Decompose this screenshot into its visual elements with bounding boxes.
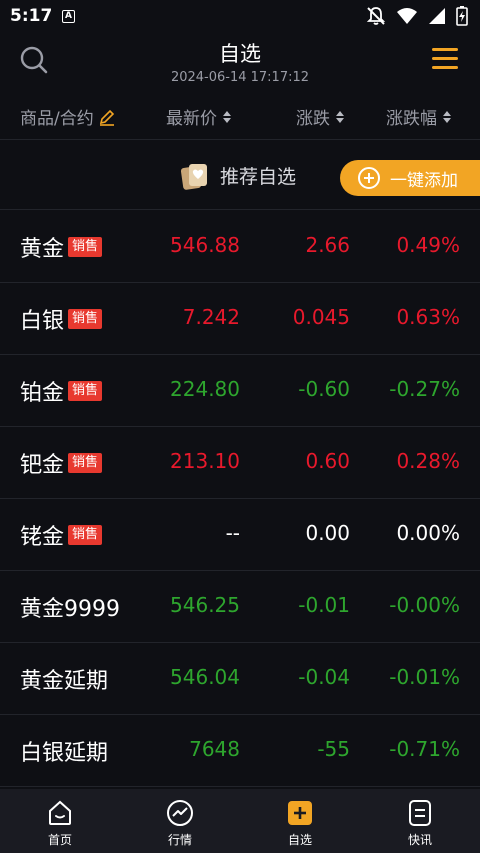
price-change: 0.00 — [305, 521, 350, 545]
status-bar: 5:17 A — [0, 0, 480, 34]
market-icon — [167, 800, 193, 826]
wifi-icon — [397, 8, 417, 24]
latest-price: 7648 — [189, 737, 240, 761]
watchlist: 黄金 销售 546.88 2.66 0.49% 白银 销售 7.242 0.045 … — [0, 211, 480, 787]
watchlist-icon — [288, 801, 312, 825]
home-icon — [49, 800, 71, 825]
sort-icon — [443, 110, 451, 123]
bottom-nav: 首页 行情 自选 快讯 — [0, 789, 480, 853]
sale-badge: 销售 — [68, 525, 103, 545]
recommend-row: 推荐自选 一键添加 — [0, 141, 480, 210]
change-percent: 0.00% — [396, 521, 460, 545]
nav-market[interactable]: 行情 — [120, 789, 240, 853]
change-percent: 0.63% — [396, 305, 460, 329]
latest-price: 546.04 — [170, 665, 240, 689]
watchlist-row[interactable]: 黄金延期 546.04 -0.04 -0.01% — [0, 643, 480, 715]
price-change: -0.60 — [298, 377, 350, 401]
price-change: -0.04 — [298, 665, 350, 689]
update-datetime: 2024-06-14 17:17:12 — [170, 70, 310, 85]
watchlist-row[interactable]: 黄金9999 546.25 -0.01 -0.00% — [0, 571, 480, 643]
bell-off-icon — [366, 7, 386, 25]
price-change: 2.66 — [305, 233, 350, 257]
change-percent: -0.01% — [389, 665, 460, 689]
latest-price: 546.25 — [170, 593, 240, 617]
signal-icon — [429, 8, 445, 24]
latest-price: 213.10 — [170, 449, 240, 473]
battery-icon — [456, 6, 468, 26]
product-name: 黄金9999 — [20, 597, 120, 622]
price-change: -55 — [317, 737, 350, 761]
nav-watchlist[interactable]: 自选 — [240, 789, 360, 853]
menu-button[interactable] — [432, 48, 460, 72]
product-name: 黄金延期 — [20, 669, 109, 694]
change-percent: -0.00% — [389, 593, 460, 617]
price-change: -0.01 — [298, 593, 350, 617]
recommend-cards-icon — [180, 164, 207, 190]
nav-home[interactable]: 首页 — [0, 789, 120, 853]
product-name: 白银延期 — [20, 741, 109, 766]
price-change: 0.60 — [305, 449, 350, 473]
change-percent: -0.27% — [389, 377, 460, 401]
price-change: 0.045 — [292, 305, 350, 329]
watchlist-row[interactable]: 黄金 销售 546.88 2.66 0.49% — [0, 211, 480, 283]
notification-a-icon: A — [62, 10, 75, 23]
sort-icon — [223, 110, 231, 123]
nav-news[interactable]: 快讯 — [360, 789, 480, 853]
sale-badge: 销售 — [68, 237, 103, 257]
product-name: 白银 — [20, 309, 65, 334]
watchlist-row[interactable]: 钯金 销售 213.10 0.60 0.28% — [0, 427, 480, 499]
sale-badge: 销售 — [68, 453, 103, 473]
product-name: 钯金 — [20, 453, 65, 478]
watchlist-row[interactable]: 铑金 销售 -- 0.00 0.00% — [0, 499, 480, 571]
watchlist-row[interactable]: 铂金 销售 224.80 -0.60 -0.27% — [0, 355, 480, 427]
latest-price: 224.80 — [170, 377, 240, 401]
status-icons — [366, 6, 468, 26]
menu-icon — [432, 48, 458, 51]
news-icon — [409, 800, 431, 826]
column-change-sort[interactable]: 涨跌 — [296, 104, 344, 129]
product-name: 黄金 — [20, 237, 65, 262]
change-percent: 0.28% — [396, 449, 460, 473]
column-name[interactable]: 商品/合约 — [20, 104, 116, 129]
watchlist-row[interactable]: 白银 销售 7.242 0.045 0.63% — [0, 283, 480, 355]
column-price-sort[interactable]: 最新价 — [166, 104, 231, 129]
recommend-label: 推荐自选 — [220, 166, 297, 188]
one-click-add-button[interactable]: 一键添加 — [340, 160, 480, 196]
watchlist-row[interactable]: 白银延期 7648 -55 -0.71% — [0, 715, 480, 787]
page-title: 自选 — [219, 42, 261, 66]
status-time: 5:17 — [10, 6, 53, 26]
sale-badge: 销售 — [68, 381, 103, 401]
product-name: 铂金 — [20, 381, 65, 406]
change-percent: -0.71% — [389, 737, 460, 761]
add-circle-icon — [358, 167, 380, 189]
column-header: 商品/合约 最新价 涨跌 涨跌幅 — [0, 96, 480, 140]
latest-price: -- — [225, 521, 240, 545]
column-percent-sort[interactable]: 涨跌幅 — [386, 104, 451, 129]
latest-price: 546.88 — [170, 233, 240, 257]
product-name: 铑金 — [20, 525, 65, 550]
latest-price: 7.242 — [182, 305, 240, 329]
edit-icon[interactable] — [98, 108, 116, 126]
header: 自选 2024-06-14 17:17:12 — [0, 34, 480, 90]
sale-badge: 销售 — [68, 309, 103, 329]
change-percent: 0.49% — [396, 233, 460, 257]
sort-icon — [336, 110, 344, 123]
